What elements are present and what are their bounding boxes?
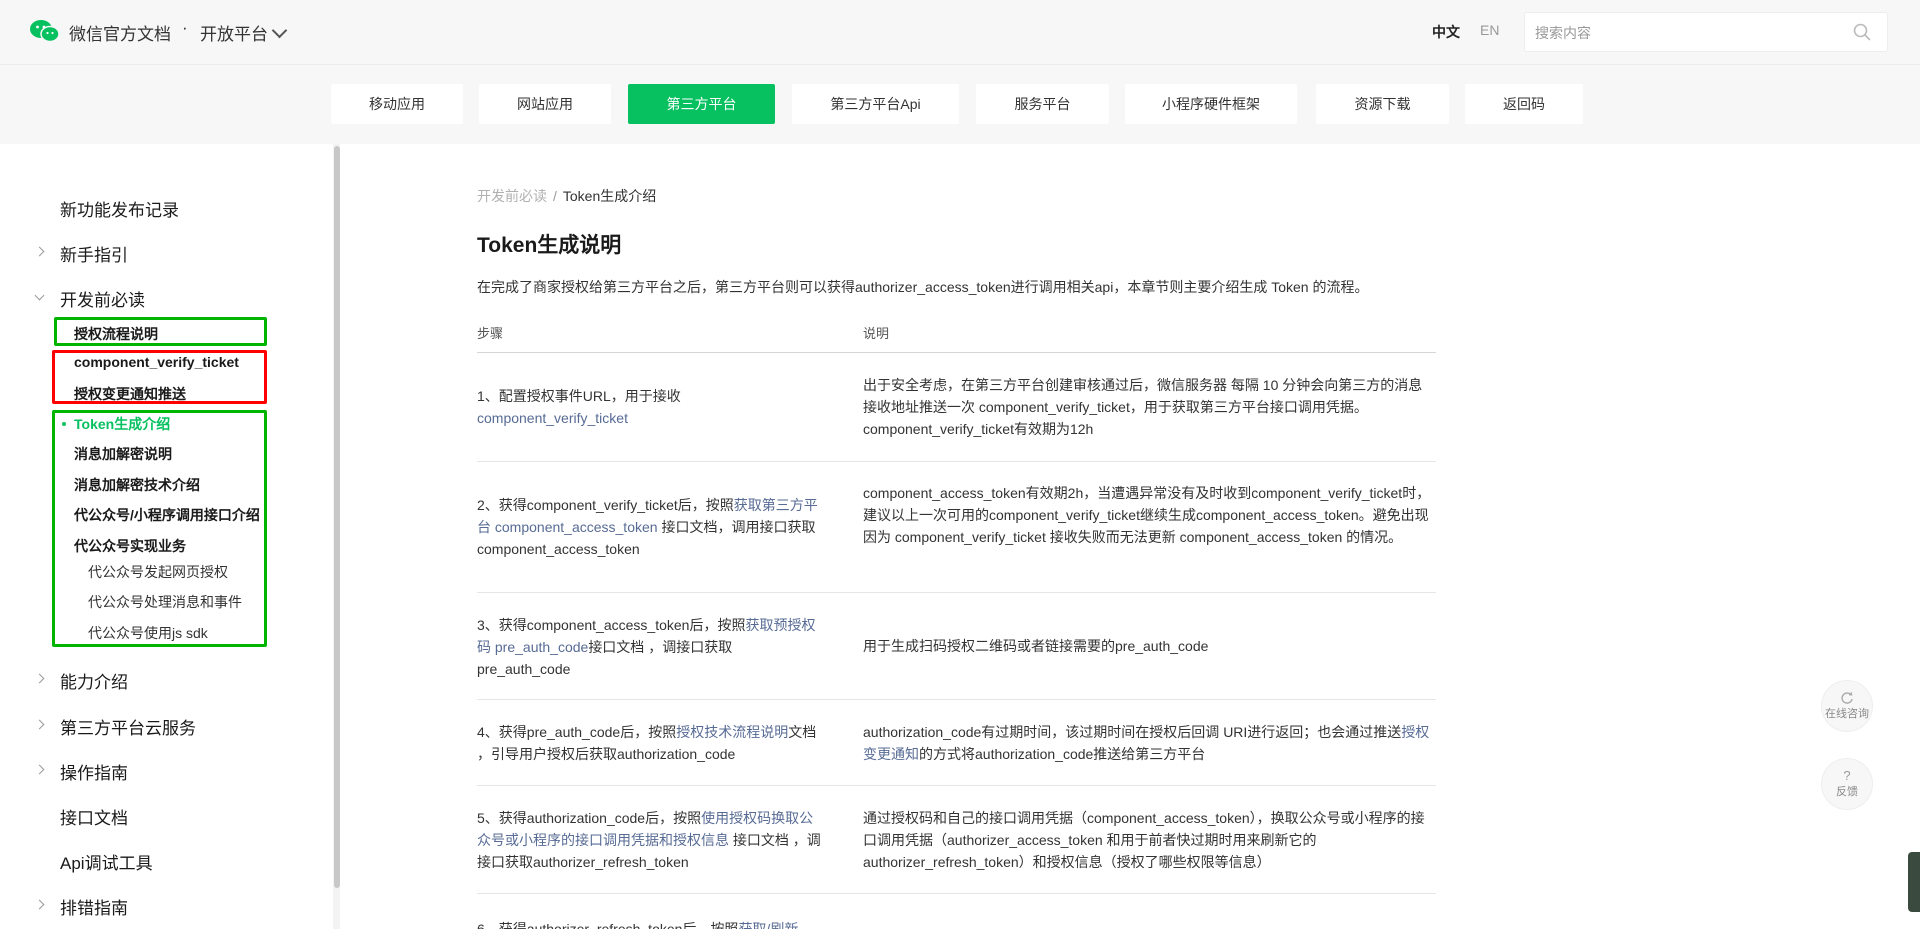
desc-text: 通过授权码和自己的接口调用凭据（component_access_token），…: [863, 810, 1425, 870]
table-row-4-step: 4、获得pre_auth_code后，按照授权技术流程说明文档 ，引导用户授权后…: [477, 721, 822, 765]
table-row-2-step: 2、获得component_verify_ticket后，按照获取第三方平台 c…: [477, 494, 822, 560]
question-icon: ?: [1843, 768, 1851, 783]
sidebar-item-api-docs[interactable]: 接口文档: [60, 804, 128, 829]
table-header-divider: [477, 352, 1436, 353]
search-box: [1524, 12, 1888, 53]
sidebar-item-troubleshoot[interactable]: 排错指南: [60, 894, 128, 919]
chevron-down-icon: [271, 22, 288, 38]
feedback-label: 反馈: [1836, 786, 1858, 798]
tab-return-codes[interactable]: 返回码: [1465, 84, 1583, 124]
breadcrumb-parent[interactable]: 开发前必读: [477, 188, 547, 204]
sidebar-sub-msg-encrypt-tech[interactable]: 消息加解密技术介绍: [74, 475, 200, 495]
brand-separator: ·: [182, 18, 188, 37]
table-row-divider: [477, 893, 1436, 894]
sidebar-scrollbar-thumb[interactable]: [334, 146, 340, 888]
tab-third-party-platform[interactable]: 第三方平台: [628, 84, 775, 124]
sidebar-sub-verify-ticket[interactable]: component_verify_ticket: [74, 354, 239, 370]
table-row-4-desc: authorization_code有过期时间，该过期时间在授权后回调 URI进…: [863, 721, 1433, 765]
table-row-divider: [477, 785, 1436, 786]
edge-widget-handle[interactable]: [1908, 852, 1920, 912]
sidebar-subsub-msg-events[interactable]: 代公众号处理消息和事件: [88, 592, 242, 612]
tab-third-party-api[interactable]: 第三方平台Api: [792, 84, 959, 124]
step-link[interactable]: 获取/刷新: [738, 921, 798, 929]
step-text: 5、获得authorization_code后，按照: [477, 810, 702, 826]
tab-resource-download[interactable]: 资源下载: [1316, 84, 1449, 124]
desc-text: component_access_token有效期2h，当遭遇异常没有及时收到c…: [863, 485, 1431, 545]
table-row-5-desc: 通过授权码和自己的接口调用凭据（component_access_token），…: [863, 807, 1433, 873]
sidebar-item-api-debug[interactable]: Api调试工具: [60, 849, 153, 874]
lang-english-link[interactable]: EN: [1480, 22, 1499, 38]
sidebar-item-capabilities[interactable]: 能力介绍: [60, 668, 128, 693]
lang-chinese-link[interactable]: 中文: [1432, 22, 1460, 42]
sidebar-sub-auth-change-notify[interactable]: 授权变更通知推送: [74, 384, 186, 404]
sidebar-sub-msg-encrypt[interactable]: 消息加解密说明: [74, 444, 172, 464]
sidebar-item-beginner-guide[interactable]: 新手指引: [60, 241, 128, 266]
platform-dropdown[interactable]: 开放平台: [200, 20, 288, 45]
step-text: 2、获得component_verify_ticket后，按照: [477, 497, 734, 513]
category-tabbar: 移动应用 网站应用 第三方平台 第三方平台Api 服务平台 小程序硬件框架 资源…: [0, 65, 1920, 144]
table-row-1-step: 1、配置授权事件URL，用于接收 component_verify_ticket: [477, 385, 822, 429]
desc-text: authorization_code有过期时间，该过期时间在授权后回调 URI进…: [863, 724, 1402, 740]
table-row-5-step: 5、获得authorization_code后，按照使用授权码换取公众号或小程序…: [477, 807, 822, 873]
online-consult-button[interactable]: 在线咨询: [1821, 680, 1873, 732]
table-row-1-desc: 出于安全考虑，在第三方平台创建审核通过后，微信服务器 每隔 10 分钟会向第三方…: [863, 374, 1433, 440]
step-link[interactable]: 授权技术流程说明: [676, 724, 788, 740]
refresh-icon: [1841, 692, 1853, 704]
table-row-divider: [477, 592, 1436, 593]
sidebar-item-operation-guide[interactable]: 操作指南: [60, 759, 128, 784]
table-row-2-desc: component_access_token有效期2h，当遭遇异常没有及时收到c…: [863, 482, 1433, 548]
sidebar-subsub-js-sdk[interactable]: 代公众号使用js sdk: [88, 623, 208, 643]
sidebar-item-cloud-service[interactable]: 第三方平台云服务: [60, 714, 196, 739]
step-link[interactable]: component_verify_ticket: [477, 410, 628, 426]
active-bullet-icon: [62, 422, 66, 426]
step-text: 1、配置授权事件URL，用于接收: [477, 388, 681, 404]
online-consult-label: 在线咨询: [1825, 708, 1869, 720]
step-text: 4、获得pre_auth_code后，按照: [477, 724, 677, 740]
sidebar-item-before-dev[interactable]: 开发前必读: [60, 286, 145, 311]
table-header-step: 步骤: [477, 326, 504, 341]
table-row-3-step: 3、获得component_access_token后，按照获取预授权码 pre…: [477, 614, 822, 680]
page-title: Token生成说明: [477, 234, 622, 257]
desc-text-post: 的方式将authorization_code推送给第三方平台: [919, 746, 1206, 762]
breadcrumb: 开发前必读 / Token生成介绍: [477, 186, 656, 206]
tab-miniprogram-hardware[interactable]: 小程序硬件框架: [1125, 84, 1297, 124]
page-intro: 在完成了商家授权给第三方平台之后，第三方平台则可以获得authorizer_ac…: [477, 279, 1369, 295]
table-header-desc: 说明: [863, 326, 890, 341]
tab-web-app[interactable]: 网站应用: [479, 84, 611, 124]
tab-mobile-app[interactable]: 移动应用: [331, 84, 463, 124]
top-header: 微信官方文档 · 开放平台 中文 EN: [0, 0, 1920, 65]
table-row-divider: [477, 461, 1436, 462]
brand-title[interactable]: 微信官方文档: [69, 20, 171, 45]
table-row-3-desc: 用于生成扫码授权二维码或者链接需要的pre_auth_code: [863, 635, 1433, 657]
desc-text: 出于安全考虑，在第三方平台创建审核通过后，微信服务器 每隔 10 分钟会向第三方…: [863, 377, 1423, 437]
tab-service-platform[interactable]: 服务平台: [976, 84, 1109, 124]
search-input[interactable]: [1525, 13, 1837, 53]
platform-label: 开放平台: [200, 25, 268, 44]
desc-text: 用于生成扫码授权二维码或者链接需要的pre_auth_code: [863, 638, 1209, 654]
sidebar-item-release-notes[interactable]: 新功能发布记录: [60, 196, 179, 221]
breadcrumb-current: Token生成介绍: [562, 188, 657, 204]
step-text: 3、获得component_access_token后，按照: [477, 617, 746, 633]
sidebar-sub-proxy-api[interactable]: 代公众号/小程序调用接口介绍: [74, 505, 260, 525]
sidebar-subsub-web-auth[interactable]: 代公众号发起网页授权: [88, 562, 228, 582]
breadcrumb-separator: /: [553, 188, 557, 204]
search-icon[interactable]: [1853, 23, 1871, 41]
sidebar-sub-token-intro[interactable]: Token生成介绍: [74, 414, 170, 434]
wechat-logo-icon[interactable]: [30, 18, 60, 44]
sidebar-sub-auth-flow[interactable]: 授权流程说明: [74, 324, 158, 344]
sidebar-sub-proxy-business[interactable]: 代公众号实现业务: [74, 536, 186, 556]
feedback-button[interactable]: ? 反馈: [1821, 758, 1873, 810]
step-text: 6、获得authorizer_refresh_token后，按照: [477, 921, 739, 929]
table-row-6-step: 6、获得authorizer_refresh_token后，按照获取/刷新: [477, 914, 822, 929]
table-row-divider: [477, 699, 1436, 700]
